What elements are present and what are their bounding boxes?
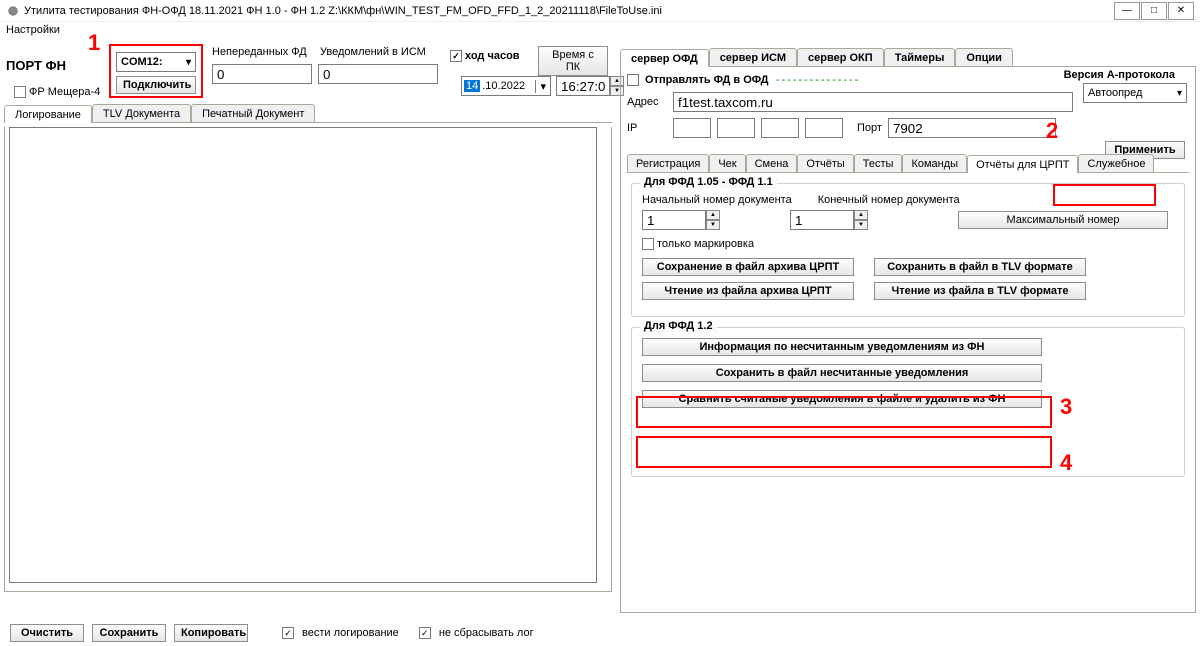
- highlight-box-4: [636, 436, 1052, 468]
- subtab-check[interactable]: Чек: [709, 154, 745, 172]
- ip-input-4[interactable]: [805, 118, 843, 138]
- no-reset-label: не сбрасывать лог: [439, 627, 534, 639]
- save-unread-button[interactable]: Сохранить в файл несчитанные уведомления: [642, 364, 1042, 382]
- log-textarea[interactable]: [9, 127, 597, 583]
- max-number-button[interactable]: Максимальный номер: [958, 211, 1168, 229]
- tab-server-okp[interactable]: сервер ОКП: [797, 48, 884, 66]
- log-tab-content: [4, 127, 612, 592]
- subtab-tests[interactable]: Тесты: [854, 154, 903, 172]
- checkbox-icon[interactable]: ✓: [419, 627, 431, 639]
- time-input[interactable]: [556, 76, 610, 96]
- checkbox-icon: ✓: [450, 50, 462, 62]
- unsent-fd-label: Непереданных ФД: [212, 46, 307, 58]
- save-button[interactable]: Сохранить: [92, 624, 166, 642]
- highlight-box-1: [109, 44, 203, 98]
- highlight-box-3: [636, 396, 1052, 428]
- ip-input-3[interactable]: [761, 118, 799, 138]
- date-day-selected: 14: [464, 80, 480, 92]
- only-marking-label: только маркировка: [657, 238, 754, 250]
- subtab-reports[interactable]: Отчёты: [797, 154, 853, 172]
- tab-timers[interactable]: Таймеры: [884, 48, 956, 66]
- ip-label: IP: [627, 122, 667, 134]
- read-tlv-button[interactable]: Чтение из файла в TLV формате: [874, 282, 1086, 300]
- notifications-input[interactable]: [318, 64, 438, 84]
- clear-button[interactable]: Очистить: [10, 624, 84, 642]
- menu-settings[interactable]: Настройки: [6, 24, 60, 36]
- subtab-shift[interactable]: Смена: [746, 154, 798, 172]
- annotation-3: 3: [1060, 394, 1072, 420]
- port-label: Порт: [857, 122, 882, 134]
- address-label: Адрес: [627, 96, 667, 108]
- server-tabs: сервер ОФД сервер ИСМ сервер ОКП Таймеры…: [620, 48, 1196, 67]
- right-panel: сервер ОФД сервер ИСМ сервер ОКП Таймеры…: [616, 40, 1200, 646]
- checkbox-icon[interactable]: [627, 74, 639, 86]
- annotation-4: 4: [1060, 450, 1072, 476]
- time-from-pc-button[interactable]: Время с ПК: [538, 46, 608, 76]
- window-title: Утилита тестирования ФН-ОФД 18.11.2021 Ф…: [24, 5, 1113, 17]
- sub-tabs: Регистрация Чек Смена Отчёты Тесты Коман…: [627, 154, 1189, 173]
- save-tlv-button[interactable]: Сохранить в файл в TLV формате: [874, 258, 1086, 276]
- start-doc-input[interactable]: ▲▼: [642, 210, 720, 230]
- address-input[interactable]: [673, 92, 1073, 112]
- ffd105-title: Для ФФД 1.05 - ФФД 1.1: [640, 176, 777, 188]
- start-doc-label: Начальный номер документа: [642, 194, 792, 206]
- status-dashes: ---------------: [774, 73, 858, 86]
- fr-meshera-check[interactable]: ФР Мещера-4: [14, 86, 100, 98]
- ffd12-title: Для ФФД 1.2: [640, 320, 717, 332]
- ip-input-2[interactable]: [717, 118, 755, 138]
- ofd-panel: Отправлять ФД в ОФД --------------- Верс…: [620, 67, 1196, 613]
- subtab-crpt-reports[interactable]: Отчёты для ЦРПТ: [967, 155, 1078, 173]
- checkbox-icon: [14, 86, 26, 98]
- left-tabs: Логирование TLV Документа Печатный Докум…: [4, 104, 612, 123]
- unsent-fd-input[interactable]: [212, 64, 312, 84]
- tab-server-ism[interactable]: сервер ИСМ: [709, 48, 797, 66]
- ip-input-1[interactable]: [673, 118, 711, 138]
- ffd105-group: Для ФФД 1.05 - ФФД 1.1 Начальный номер д…: [631, 183, 1185, 317]
- titlebar: Утилита тестирования ФН-ОФД 18.11.2021 Ф…: [0, 0, 1200, 22]
- port-input[interactable]: [888, 118, 1056, 138]
- date-rest: .10.2022: [480, 80, 535, 92]
- port-fn-label: ПОРТ ФН: [6, 58, 66, 73]
- close-button[interactable]: ✕: [1168, 2, 1194, 20]
- subtab-registration[interactable]: Регистрация: [627, 154, 709, 172]
- date-picker[interactable]: 14 .10.2022: [461, 76, 551, 96]
- tab-logging[interactable]: Логирование: [4, 105, 92, 123]
- checkbox-icon: [642, 238, 654, 250]
- clock-run-check[interactable]: ✓ ход часов: [450, 50, 520, 62]
- tab-server-ofd[interactable]: сервер ОФД: [620, 49, 709, 67]
- tab-options[interactable]: Опции: [955, 48, 1013, 66]
- maximize-button[interactable]: □: [1141, 2, 1167, 20]
- tab-print-doc[interactable]: Печатный Документ: [191, 104, 315, 122]
- only-marking-check[interactable]: только маркировка: [642, 238, 1174, 250]
- do-logging-label: вести логирование: [302, 627, 399, 639]
- send-ofd-label: Отправлять ФД в ОФД: [645, 74, 768, 86]
- tab-tlv-doc[interactable]: TLV Документа: [92, 104, 191, 122]
- protocol-version-combo[interactable]: Автоопред: [1083, 83, 1187, 103]
- checkbox-icon[interactable]: ✓: [282, 627, 294, 639]
- left-panel: ПОРТ ФН COM12: Подключить ФР Мещера-4 Не…: [0, 40, 616, 646]
- subtab-service[interactable]: Служебное: [1078, 154, 1154, 172]
- info-unread-button[interactable]: Информация по несчитанным уведомлениям и…: [642, 338, 1042, 356]
- clock-run-label: ход часов: [465, 50, 520, 62]
- protocol-version-label: Версия А-протокола: [1064, 69, 1175, 81]
- read-crpt-button[interactable]: Чтение из файла архива ЦРПТ: [642, 282, 854, 300]
- copy-button[interactable]: Копировать: [174, 624, 248, 642]
- end-doc-input[interactable]: ▲▼: [790, 210, 868, 230]
- annotation-1: 1: [88, 30, 100, 56]
- end-doc-label: Конечный номер документа: [818, 194, 960, 206]
- log-buttons: Очистить Сохранить Копировать ✓ вести ло…: [10, 624, 534, 642]
- minimize-button[interactable]: —: [1114, 2, 1140, 20]
- app-icon: [6, 4, 20, 18]
- fr-meshera-label: ФР Мещера-4: [29, 86, 100, 98]
- annotation-2: 2: [1046, 118, 1058, 144]
- subtab-commands[interactable]: Команды: [902, 154, 967, 172]
- save-crpt-button[interactable]: Сохранение в файл архива ЦРПТ: [642, 258, 854, 276]
- menubar: Настройки: [0, 22, 1200, 40]
- notifications-label: Уведомлений в ИСМ: [320, 46, 426, 58]
- window-controls: — □ ✕: [1113, 2, 1194, 20]
